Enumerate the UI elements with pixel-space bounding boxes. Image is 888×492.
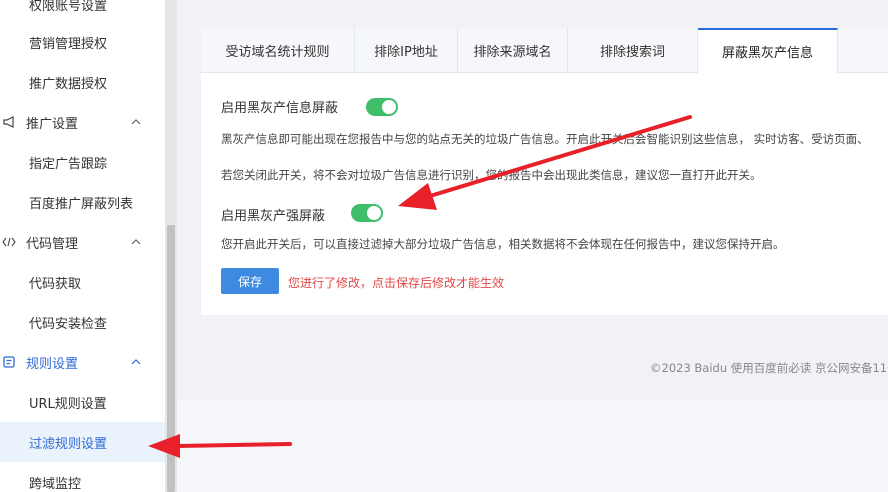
tab-bar: 受访域名统计规则 排除IP地址 排除来源域名 排除搜索词 屏蔽黑灰产信息 (201, 28, 888, 73)
sidebar-item-filter-rules[interactable]: 过滤规则设置 (0, 422, 165, 462)
blackgray-off-warning: 若您关闭此开关，将不会对垃圾广告信息进行识别，您的报告中会出现此类信息，建议您一… (221, 168, 762, 182)
sidebar-item-label: URL规则设置 (29, 396, 107, 412)
tab-exclude-search-terms[interactable]: 排除搜索词 (568, 28, 698, 72)
sidebar-group-code-management[interactable]: 代码管理 (0, 222, 165, 262)
sidebar-item-promo-block-list[interactable]: 百度推广屏蔽列表 (0, 182, 165, 222)
sidebar-item-label: 代码安装检查 (29, 316, 108, 332)
tab-exclude-source-domain[interactable]: 排除来源域名 (458, 28, 568, 72)
toggle-knob (382, 100, 396, 114)
sidebar-item-code-install-check[interactable]: 代码安装检查 (0, 302, 165, 342)
sidebar-scrollbar-thumb[interactable] (167, 225, 175, 492)
sidebar-item-label: 营销管理授权 (29, 36, 108, 52)
sidebar-item-marketing-auth[interactable]: 营销管理授权 (0, 22, 165, 62)
rules-icon (2, 356, 16, 368)
tab-label: 受访域名统计规则 (225, 44, 330, 60)
toggle-knob (367, 206, 381, 220)
blackgray-block-toggle[interactable] (366, 98, 398, 116)
sidebar: 权限账号设置 营销管理授权 推广数据授权 推广设置 指定广告跟踪 百度推广屏蔽列… (0, 0, 165, 492)
strong-block-toggle[interactable] (351, 204, 383, 222)
sidebar-group-label: 规则设置 (26, 356, 79, 372)
tab-exclude-ip[interactable]: 排除IP地址 (355, 28, 458, 72)
tab-block-blackgray[interactable]: 屏蔽黑灰产信息 (698, 28, 838, 73)
tab-label: 排除IP地址 (374, 44, 438, 60)
sidebar-item-cross-domain[interactable]: 跨域监控 (0, 462, 165, 492)
sidebar-item-label: 百度推广屏蔽列表 (29, 196, 134, 212)
strong-block-description: 您开启此开关后，可以直接过滤掉大部分垃圾广告信息，相关数据将不会体现在任何报告中… (221, 237, 785, 251)
sidebar-item-promo-data-auth[interactable]: 推广数据授权 (0, 62, 165, 102)
tab-label: 排除搜索词 (599, 44, 665, 60)
settings-card: 受访域名统计规则 排除IP地址 排除来源域名 排除搜索词 屏蔽黑灰产信息 启用黑… (201, 28, 888, 315)
megaphone-icon (2, 116, 16, 128)
sidebar-group-label: 代码管理 (26, 236, 79, 252)
bottom-area (177, 400, 888, 492)
unsaved-changes-warning: 您进行了修改，点击保存后修改才能生效 (288, 276, 505, 290)
sidebar-item-label: 推广数据授权 (29, 76, 108, 92)
strong-block-label: 启用黑灰产强屏蔽 (221, 209, 326, 224)
save-button[interactable]: 保存 (221, 268, 279, 294)
sidebar-item-ad-tracking[interactable]: 指定广告跟踪 (0, 142, 165, 182)
sidebar-item-url-rules[interactable]: URL规则设置 (0, 382, 165, 422)
code-icon (2, 237, 16, 247)
sidebar-group-label: 推广设置 (26, 116, 79, 132)
sidebar-group-rule-settings[interactable]: 规则设置 (0, 342, 165, 382)
chevron-up-icon[interactable] (131, 359, 141, 365)
sidebar-item-account-permissions[interactable]: 权限账号设置 (0, 0, 165, 24)
sidebar-item-label: 跨域监控 (29, 476, 82, 492)
sidebar-item-label: 指定广告跟踪 (29, 156, 108, 172)
chevron-up-icon[interactable] (131, 239, 141, 245)
tab-label: 排除来源域名 (473, 44, 552, 60)
sidebar-group-promo-settings[interactable]: 推广设置 (0, 102, 165, 142)
blackgray-block-label: 启用黑灰产信息屏蔽 (221, 101, 339, 116)
footer-copyright: ©2023 Baidu 使用百度前必读 京公网安备110 (650, 361, 888, 375)
tab-domain-stat-rules[interactable]: 受访域名统计规则 (201, 28, 355, 72)
sidebar-item-label: 权限账号设置 (29, 0, 108, 14)
chevron-up-icon[interactable] (131, 119, 141, 125)
tab-label: 屏蔽黑灰产信息 (721, 46, 813, 61)
blackgray-description: 黑灰产信息即可能出现在您报告中与您的站点无关的垃圾广告信息。开启此开关后会智能识… (221, 132, 869, 146)
sidebar-item-label: 过滤规则设置 (29, 436, 108, 452)
sidebar-item-label: 代码获取 (29, 276, 82, 292)
sidebar-item-code-get[interactable]: 代码获取 (0, 262, 165, 302)
